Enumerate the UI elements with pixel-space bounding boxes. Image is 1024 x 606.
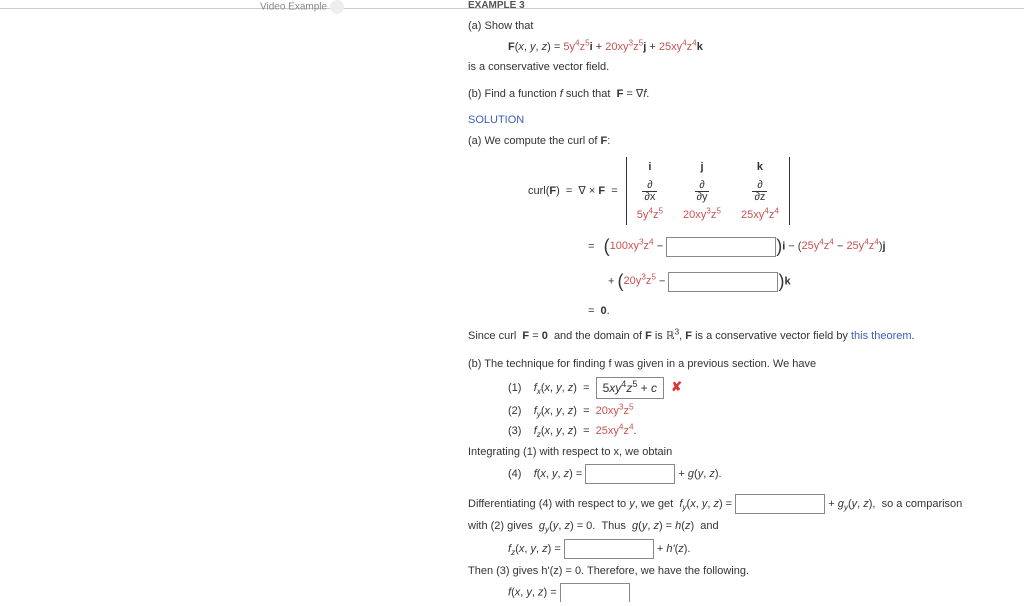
parta-claim: is a conservative vector field.: [468, 59, 994, 76]
eq2-rhs: 20xy3z5: [596, 405, 634, 417]
eq4: (4) f(x, y, z) = + g(y, z).: [508, 464, 994, 484]
term-j: 20xy3z5: [605, 41, 643, 53]
solution-label: SOLUTION: [468, 112, 994, 129]
input-curl-k[interactable]: [668, 272, 778, 292]
with2-line: with (2) gives gy(y, z) = 0. Thus g(y, z…: [468, 518, 994, 535]
curl-j2: 25y4z4: [846, 240, 878, 252]
eq3-rhs: 25xy4z4: [596, 425, 634, 437]
determinant: i j k ∂∂x ∂∂y ∂∂z 5y4z5 20xy3z5 25xy4z4: [626, 157, 790, 225]
integrate-text: Integrating (1) with respect to x, we ob…: [468, 444, 994, 461]
then3-line: Then (3) gives h'(z) = 0. Therefore, we …: [468, 563, 994, 580]
speaker-icon[interactable]: [330, 0, 344, 14]
input-eq4[interactable]: [585, 464, 675, 484]
curl-determinant: curl(F) = ∇ × F = i j k ∂∂x ∂∂y ∂∂z 5y4z…: [528, 157, 994, 225]
page: Video Example EXAMPLE 3 (a) Show that F(…: [0, 0, 1024, 602]
det-i: i: [627, 157, 673, 178]
det-dy: ∂∂y: [673, 178, 731, 205]
header-right: EXAMPLE 3: [468, 0, 525, 11]
content: (a) Show that F(x, y, z) = 5y4z5i + 20xy…: [468, 10, 994, 602]
input-diff[interactable]: [735, 494, 825, 514]
sol-a-intro: (a) We compute the curl of F:: [468, 133, 994, 150]
eq2: (2) fy(x, y, z) = 20xy3z5: [508, 403, 994, 420]
det-j: j: [673, 157, 731, 178]
curl-lhs: curl(F) = ∇ × F =: [528, 185, 621, 197]
curl-k-left: 20y3z5: [623, 275, 655, 287]
parta-prompt: (a) Show that: [468, 18, 994, 35]
eq3: (3) fz(x, y, z) = 25xy4z4.: [508, 423, 994, 440]
det-k: k: [731, 157, 789, 178]
eq2-num: (2): [508, 405, 521, 417]
curl-j: 25y4z4: [801, 240, 833, 252]
input-curl-i[interactable]: [666, 237, 776, 257]
partb-prompt: (b) Find a function f such that F = ∇f.: [468, 86, 994, 103]
final-line: f(x, y, z) =: [508, 583, 994, 602]
curl-k-line: + (20y3z5 − )k: [608, 268, 994, 295]
curl-i-left: 100xy3z4: [610, 240, 654, 252]
header-left: Video Example: [260, 0, 344, 14]
video-example-label: Video Example: [260, 2, 327, 13]
eq3-num: (3): [508, 425, 521, 437]
eq4-num: (4): [508, 468, 521, 480]
curl-i-line: = (100xy3z4 − )i − (25y4z4 − 25y4z4)j: [588, 233, 994, 260]
det-Q: 20xy3z5: [673, 205, 731, 226]
eq1: (1) fx(x, y, z) = 5xy4z5 + c ✘: [508, 377, 994, 399]
det-dz: ∂∂z: [731, 178, 789, 205]
field-definition: F(x, y, z) = 5y4z5i + 20xy3z5j + 25xy4z4…: [508, 39, 994, 56]
curl-zero: = 0.: [588, 303, 994, 320]
det-P: 5y4z5: [627, 205, 673, 226]
wrong-mark-icon: ✘: [671, 379, 682, 394]
det-R: 25xy4z4: [731, 205, 789, 226]
det-dx: ∂∂x: [627, 178, 673, 205]
input-fz[interactable]: [564, 539, 654, 559]
term-k: 25xy4z4: [659, 41, 697, 53]
sol-b-intro: (b) The technique for finding f was give…: [468, 356, 994, 373]
term-i: 5y4z5: [563, 41, 589, 53]
fz-line: fz(x, y, z) = + h'(z).: [508, 539, 994, 559]
theorem-link[interactable]: this theorem: [851, 330, 912, 342]
diff-line: Differentiating (4) with respect to y, w…: [468, 494, 994, 514]
conservative-statement: Since curl F = 0 and the domain of F is …: [468, 328, 994, 345]
eq1-answer[interactable]: 5xy4z5 + c: [596, 377, 664, 399]
eq1-num: (1): [508, 382, 521, 394]
F-label: F: [508, 41, 515, 53]
input-final[interactable]: [560, 583, 630, 602]
